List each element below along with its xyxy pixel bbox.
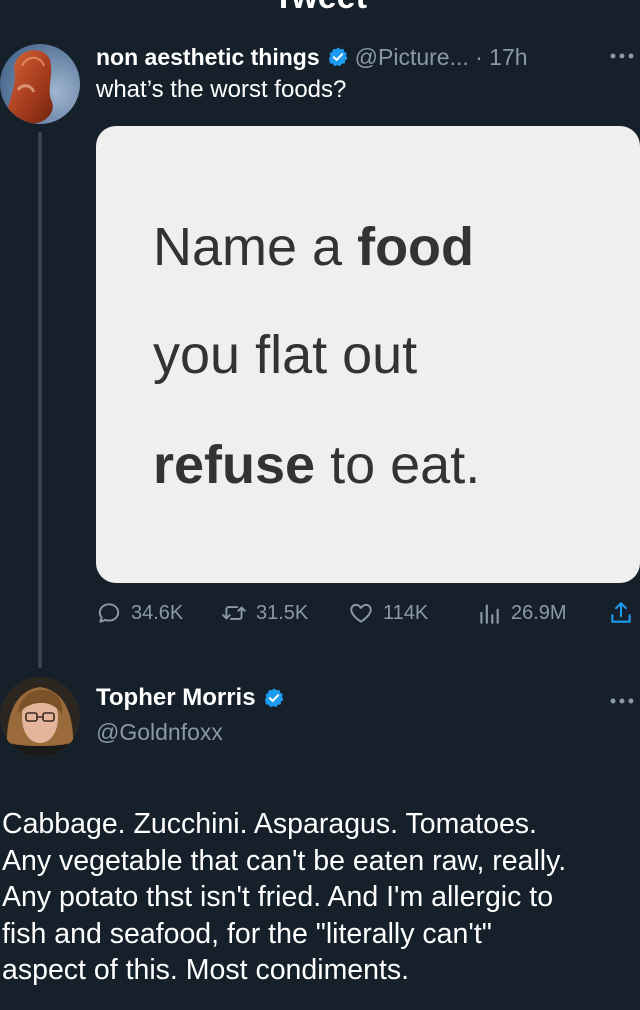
heart-icon — [350, 603, 372, 623]
retweet-icon — [222, 606, 246, 620]
reply-text-line: fish and seafood, for the "literally can… — [2, 917, 492, 950]
media-text-segment: Name a — [153, 217, 358, 277]
avatar[interactable] — [0, 677, 80, 757]
views-count: 26.9M — [511, 601, 567, 624]
media-text-line: Name a food — [153, 216, 474, 278]
avatar[interactable] — [0, 44, 80, 124]
tweet-action-bar: 34.6K 31.5K 114K 26.9M — [96, 596, 640, 630]
media-text-bold: food — [357, 217, 475, 277]
reply-text: Cabbage. Zucchini. Asparagus. Tomatoes. … — [2, 806, 638, 989]
tweet-author-row: non aesthetic things @Picture... · 17h — [96, 40, 528, 74]
verified-badge-icon — [264, 688, 284, 708]
media-text-bold: refuse — [153, 435, 316, 495]
tweet-detail-screen: Tweet non aesthetic things — [0, 0, 640, 1010]
more-options-icon[interactable] — [609, 52, 635, 60]
reply-count: 34.6K — [131, 601, 184, 624]
thread-connector — [38, 132, 42, 668]
verified-badge-icon — [328, 47, 348, 67]
like-button[interactable]: 114K — [348, 596, 428, 630]
tweet-media-image[interactable]: Name a food you flat out refuse to eat. — [96, 126, 640, 583]
analytics-bar-icon — [480, 604, 499, 624]
author-handle-timestamp: @Picture... · 17h — [354, 43, 528, 70]
like-count: 114K — [383, 601, 429, 624]
more-options-icon[interactable] — [609, 697, 635, 705]
avatar-image — [0, 677, 80, 757]
views-button[interactable]: 26.9M — [476, 596, 567, 630]
media-text-segment: to eat. — [315, 435, 481, 495]
page-title: Tweet — [0, 0, 640, 17]
reply-text-line: Any vegetable that can't be eaten raw, r… — [2, 844, 567, 877]
reply-icon — [98, 603, 120, 623]
author-name[interactable]: non aesthetic things — [96, 44, 320, 71]
reply-text-line: Any potato thst isn't fried. And I'm all… — [2, 881, 554, 913]
media-text-segment: you flat out — [153, 325, 418, 385]
reply-text-line: Cabbage. Zucchini. Asparagus. Tomatoes. — [2, 808, 537, 840]
tweet-text: what’s the worst foods? — [96, 76, 347, 103]
media-text-line: refuse to eat. — [153, 434, 480, 496]
share-icon — [611, 602, 631, 623]
reply-author-name[interactable]: Topher Morris — [96, 684, 256, 712]
reply-button[interactable]: 34.6K — [96, 596, 183, 630]
media-text-line: you flat out — [153, 324, 417, 386]
reply-author-row: Topher Morris — [96, 684, 291, 712]
retweet-count: 31.5K — [256, 601, 309, 624]
reply-text-line: aspect of this. Most condiments. — [2, 954, 410, 986]
share-button[interactable] — [608, 596, 640, 630]
reply-author-handle: @Goldnfoxx — [96, 719, 223, 745]
top-bar: Tweet — [0, 0, 640, 16]
retweet-button[interactable]: 31.5K — [221, 596, 308, 630]
avatar-image — [0, 44, 80, 124]
